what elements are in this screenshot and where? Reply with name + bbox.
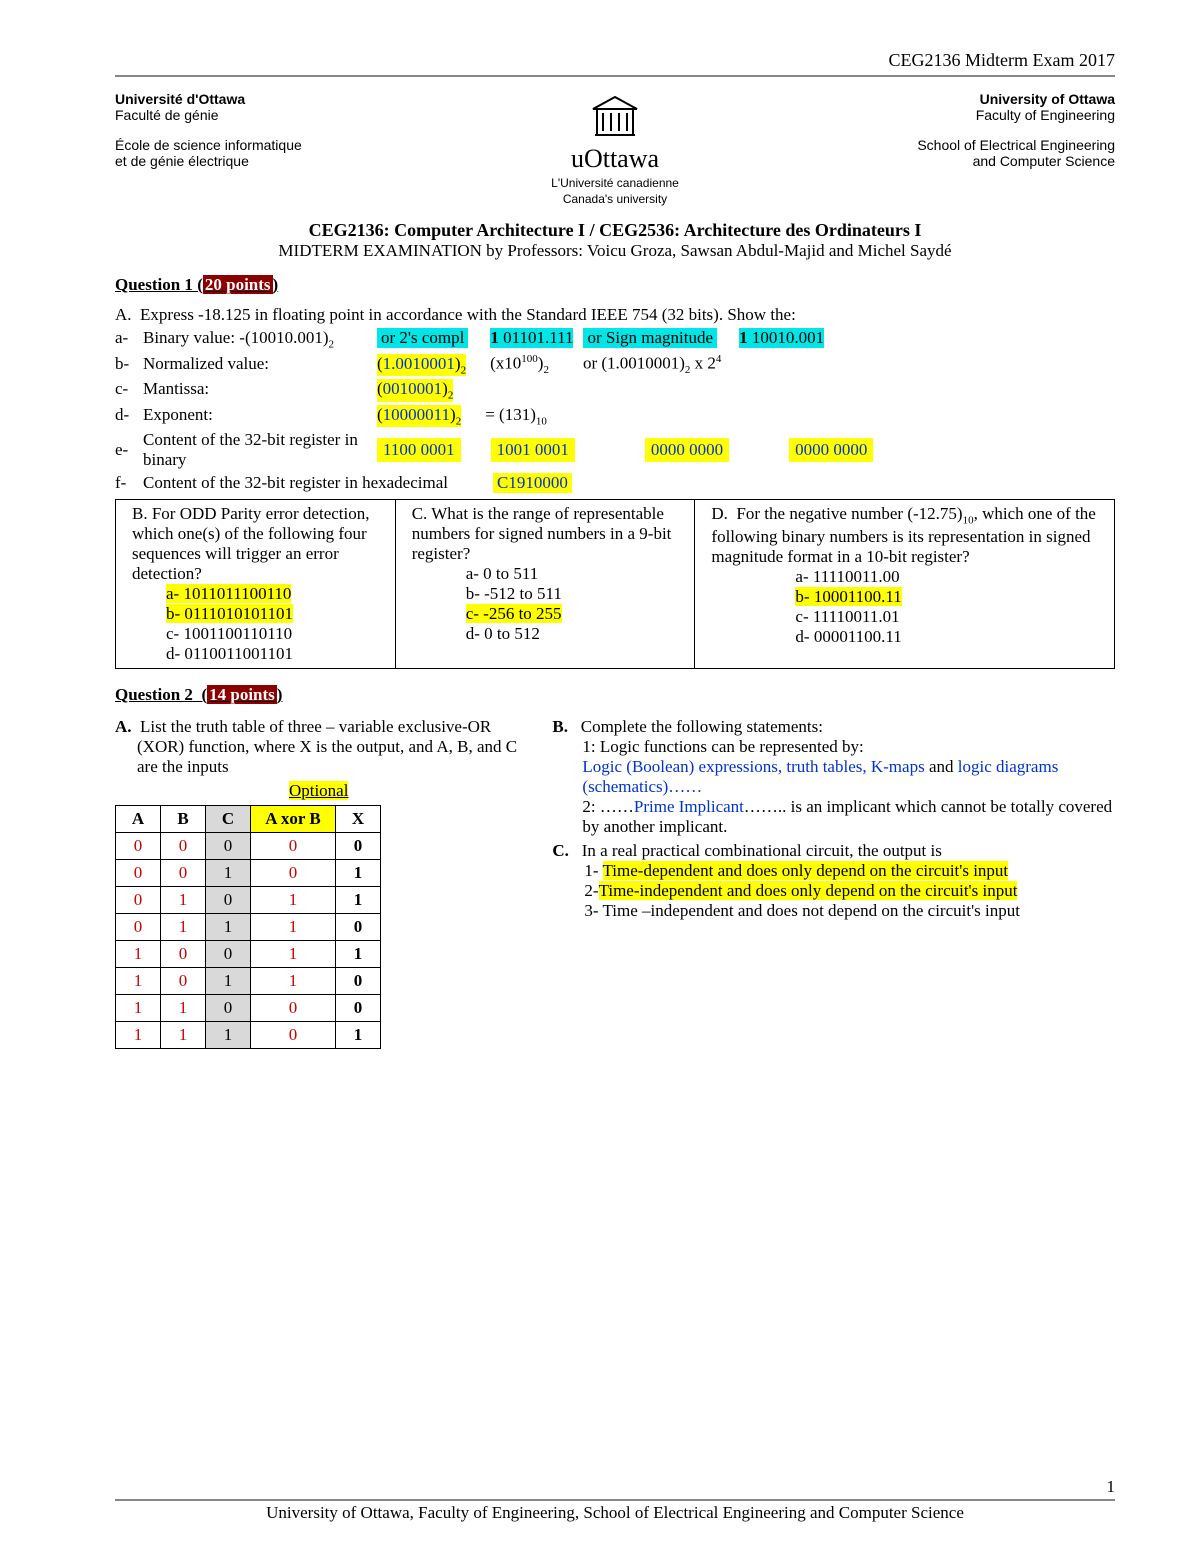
q1-D-b: b- 10001100.11 — [795, 587, 901, 606]
q1-C-c: c- -256 to 255 — [466, 604, 562, 623]
q1-B-d: d- 0110011001101 — [166, 644, 385, 664]
q1-A: A. Express -18.125 in floating point in … — [115, 305, 1115, 325]
course-title: CEG2136: Computer Architecture I / CEG25… — [115, 220, 1115, 241]
q1-D-text: D. For the negative number (-12.75)10, w… — [711, 504, 1104, 566]
q2-left-col: A. List the truth table of three – varia… — [115, 717, 522, 1049]
q1-D-c: c- 11110011.01 — [795, 607, 1104, 627]
uni-fr: Université d'Ottawa — [115, 91, 445, 107]
q1-f-row: f- Content of the 32-bit register in hex… — [115, 473, 1115, 493]
uni-en: University of Ottawa — [785, 91, 1115, 107]
q1-D-d: d- 00001100.11 — [795, 627, 1104, 647]
letterhead-center: uOttawa L'Université canadienne Canada's… — [450, 91, 780, 206]
q2-C-opt3: Time –independent and does not depend on… — [603, 901, 1020, 920]
page-footer: 1 University of Ottawa, Faculty of Engin… — [115, 1477, 1115, 1523]
uottawa-sub1: L'Université canadienne — [450, 176, 780, 190]
q1-C-a: a- 0 to 511 — [466, 564, 685, 584]
q1-B-text: B. For ODD Parity error detection, which… — [132, 504, 385, 584]
school-fr-1: École de science informatique — [115, 137, 445, 153]
letterhead-right: University of Ottawa Faculty of Engineer… — [785, 91, 1115, 169]
q2-C-opt1: Time-dependent and does only depend on t… — [603, 861, 1009, 880]
letterhead-left: Université d'Ottawa Faculté de génie Éco… — [115, 91, 445, 169]
q1-C-b: b- -512 to 511 — [466, 584, 685, 604]
school-fr-2: et de génie électrique — [115, 153, 445, 169]
q1-B-a: a- 1011011100110 — [166, 584, 291, 603]
q1-points-badge: 20 points — [203, 275, 273, 294]
q1-a-label-sm: or Sign magnitude — [583, 328, 717, 348]
q1-e-row: e- Content of the 32-bit register in bin… — [115, 430, 1115, 470]
uottawa-logo-icon — [585, 91, 645, 141]
q1-d-row: d- Exponent: (10000011)2 = (131)10 — [115, 405, 1115, 427]
document-page: CEG2136 Midterm Exam 2017 Université d'O… — [0, 0, 1200, 1553]
truth-table: ABC A xor BX 00000 00101 01011 01110 100… — [115, 805, 381, 1049]
q1-D-a: a- 11110011.00 — [795, 567, 1104, 587]
uottawa-wordmark: uOttawa — [450, 144, 780, 174]
school-en-2: and Computer Science — [785, 153, 1115, 169]
q2-C-opt2: Time-independent and does only depend on… — [599, 881, 1018, 900]
q1-c-row: c- Mantissa: (0010001)2 — [115, 379, 1115, 401]
header-exam-title: CEG2136 Midterm Exam 2017 — [115, 50, 1115, 71]
q1-a-label-2s: or 2's compl — [377, 328, 468, 348]
question-2-heading: Question 2 (14 points) — [115, 685, 1115, 705]
q2-points-badge: 14 points — [207, 685, 277, 704]
q2-optional-label: Optional — [289, 781, 349, 800]
fac-en: Faculty of Engineering — [785, 107, 1115, 123]
fac-fr: Faculté de génie — [115, 107, 445, 123]
school-en-1: School of Electrical Engineering — [785, 137, 1115, 153]
uottawa-sub2: Canada's university — [450, 192, 780, 206]
q2-right-col: B. Complete the following statements: 1:… — [552, 717, 1115, 1049]
q1-C-d: d- 0 to 512 — [466, 624, 685, 644]
q1-bcd-table: B. For ODD Parity error detection, which… — [115, 499, 1115, 669]
q1-b-row: b- Normalized value: (1.0010001)2 (x1010… — [115, 353, 1115, 376]
q1-B-c: c- 1001100110110 — [166, 624, 385, 644]
q1-a-row: a- Binary value: -(10010.001)2 or 2's co… — [115, 328, 1115, 350]
footer-text: University of Ottawa, Faculty of Enginee… — [115, 1503, 1115, 1523]
question-1-heading: Question 1 (20 points) — [115, 275, 1115, 295]
divider — [115, 75, 1115, 77]
q1-C-text: C. What is the range of representable nu… — [412, 504, 685, 564]
page-number: 1 — [115, 1477, 1115, 1497]
q1-B-b: b- 0111010101101 — [166, 604, 293, 623]
professors-line: MIDTERM EXAMINATION by Professors: Voicu… — [115, 241, 1115, 261]
letterhead: Université d'Ottawa Faculté de génie Éco… — [115, 91, 1115, 206]
